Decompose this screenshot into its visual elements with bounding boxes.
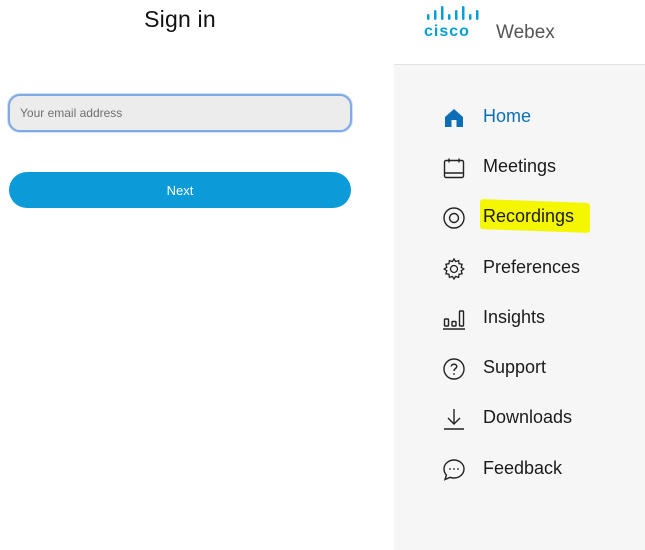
sidebar-item-label: Downloads xyxy=(483,407,573,427)
email-field[interactable] xyxy=(8,94,352,132)
sidebar-item-recordings[interactable]: Recordings xyxy=(394,197,645,237)
sidebar-item-label: Support xyxy=(483,357,547,377)
sidebar-item-support[interactable]: Support xyxy=(394,348,645,388)
home-icon xyxy=(442,106,466,130)
brand-header: cisco Webex xyxy=(394,0,645,64)
page-root: Sign in Next cisco Webex xyxy=(0,0,645,550)
sidebar-item-label: Recordings xyxy=(483,206,575,226)
sidebar-item-insights[interactable]: Insights xyxy=(394,298,645,338)
sidebar: Home Meetings Recordings Preferences Ins… xyxy=(394,65,645,550)
sidebar-item-label: Feedback xyxy=(483,458,563,478)
sidebar-item-feedback[interactable]: Feedback xyxy=(394,449,645,489)
sidebar-item-meetings[interactable]: Meetings xyxy=(394,147,645,187)
insights-icon xyxy=(442,307,466,331)
signin-title: Sign in xyxy=(144,6,216,32)
download-icon xyxy=(442,407,466,431)
sidebar-item-label: Insights xyxy=(483,307,546,327)
sidebar-item-label: Preferences xyxy=(483,257,581,277)
sidebar-item-downloads[interactable]: Downloads xyxy=(394,398,645,438)
sidebar-item-label: Meetings xyxy=(483,156,557,176)
cisco-wordmark: cisco xyxy=(424,23,470,40)
recordings-icon xyxy=(442,206,466,230)
feedback-icon xyxy=(442,458,466,482)
cisco-logo: cisco xyxy=(424,6,490,40)
cisco-bars-icon xyxy=(427,6,479,20)
gear-icon xyxy=(442,257,466,281)
product-name: Webex xyxy=(496,22,555,43)
sidebar-item-label: Home xyxy=(483,106,532,126)
calendar-icon xyxy=(442,156,466,180)
next-button[interactable]: Next xyxy=(9,172,351,208)
sidebar-item-home[interactable]: Home xyxy=(394,97,645,137)
sidebar-item-preferences[interactable]: Preferences xyxy=(394,248,645,288)
signin-panel: Sign in Next xyxy=(0,0,360,550)
help-icon xyxy=(442,357,466,381)
